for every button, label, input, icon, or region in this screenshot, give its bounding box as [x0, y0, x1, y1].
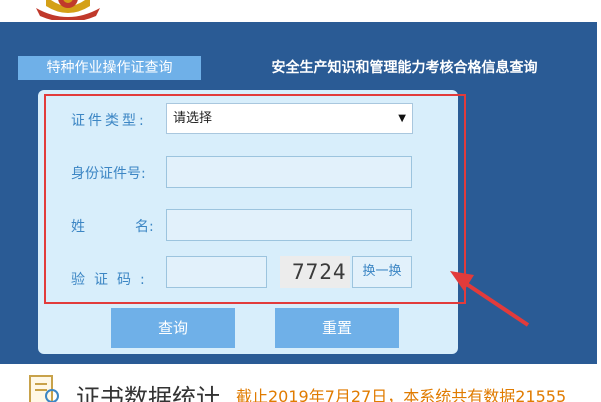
id-number-label: 身份证件号: [71, 166, 146, 182]
name-label-second: 名: [135, 219, 154, 235]
captcha-image[interactable]: 7724 [280, 256, 350, 288]
red-arrow-icon [450, 271, 530, 327]
page: 特种作业操作证查询 安全生产知识和管理能力考核合格信息查询 证件类型: 请选择 … [0, 0, 601, 402]
cert-type-select[interactable]: 请选择 ▼ [166, 103, 413, 134]
query-button[interactable]: 查询 [111, 308, 235, 348]
tab-special-operation-cert[interactable]: 特种作业操作证查询 [18, 56, 201, 80]
right-edge [597, 22, 601, 364]
tab-safety-knowledge-assessment[interactable]: 安全生产知识和管理能力考核合格信息查询 [236, 56, 573, 80]
header-strip [0, 0, 601, 22]
refresh-captcha-button[interactable]: 换一换 [352, 256, 412, 288]
cert-type-value: 请选择 [173, 111, 213, 126]
stats-title: 证书数据统计 [76, 384, 220, 402]
captcha-label: 验证码: [71, 272, 154, 288]
name-label-first: 姓 [71, 219, 85, 235]
captcha-input[interactable] [166, 256, 267, 288]
stats-note: 截止2019年7月27日，本系统共有数据21555 [236, 387, 567, 402]
reset-button[interactable]: 重置 [275, 308, 399, 348]
cert-type-label: 证件类型: [71, 113, 147, 129]
dropdown-arrow-icon: ▼ [398, 113, 406, 124]
national-emblem-icon [36, 0, 100, 20]
document-stats-icon [29, 375, 59, 402]
name-input[interactable] [166, 209, 412, 241]
id-number-input[interactable] [166, 156, 412, 188]
